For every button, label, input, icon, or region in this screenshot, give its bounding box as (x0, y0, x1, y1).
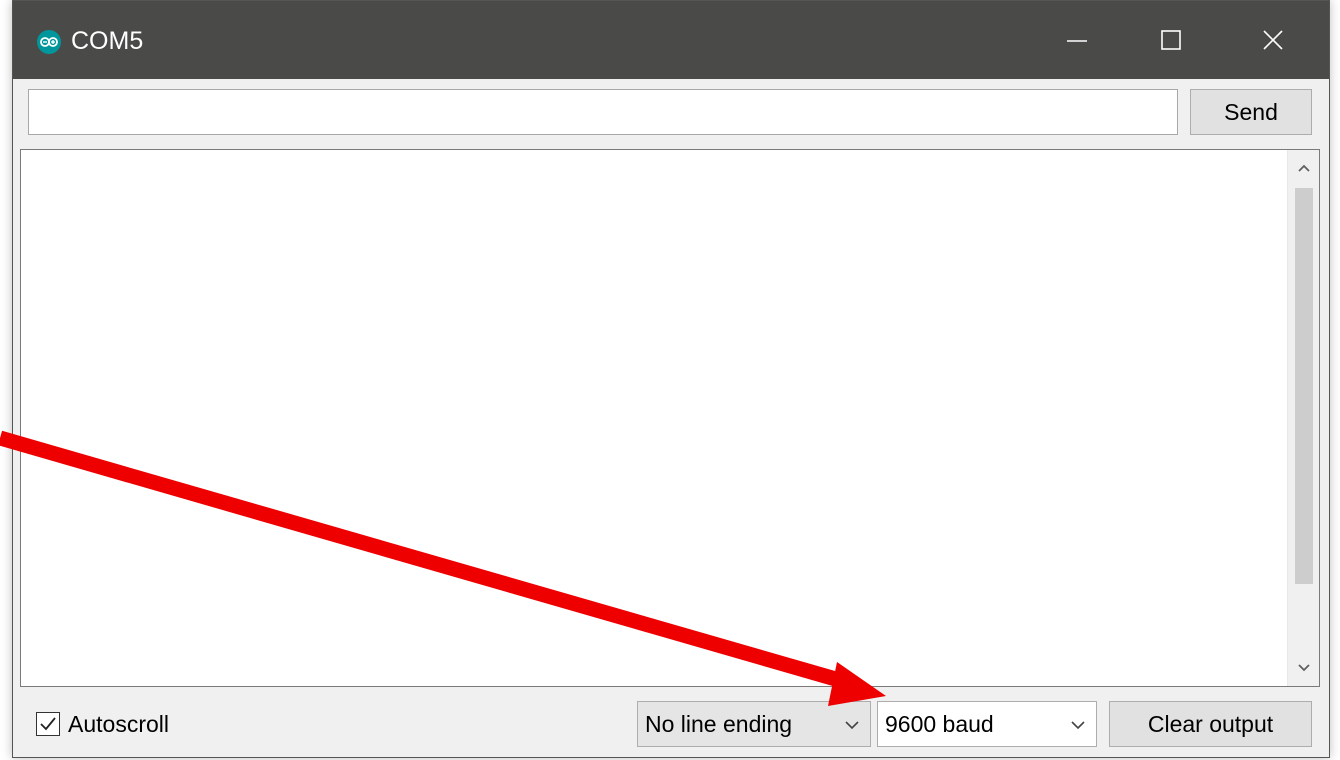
title-bar[interactable]: COM5 (13, 1, 1329, 79)
autoscroll-checkbox[interactable] (36, 712, 60, 736)
checkmark-icon (40, 717, 56, 731)
chevron-down-icon (845, 721, 859, 730)
vertical-scrollbar[interactable] (1287, 150, 1319, 686)
scrollbar-thumb[interactable] (1295, 188, 1313, 584)
line-ending-select[interactable]: No line ending (637, 701, 871, 747)
autoscroll-toggle[interactable]: Autoscroll (36, 710, 169, 738)
serial-monitor-window: COM5 Send Autoscroll No line ending 9600… (12, 0, 1330, 758)
arduino-icon (37, 30, 61, 54)
chevron-down-icon (1298, 664, 1310, 672)
send-row: Send (13, 79, 1329, 149)
chevron-up-icon (1298, 164, 1310, 172)
autoscroll-label: Autoscroll (68, 710, 169, 737)
bottom-bar: Autoscroll No line ending 9600 baud Clea… (13, 689, 1329, 759)
window-title: COM5 (71, 27, 144, 55)
baud-rate-value: 9600 baud (885, 711, 994, 737)
line-ending-value: No line ending (645, 711, 793, 737)
scroll-up-button[interactable] (1288, 150, 1320, 186)
baud-rate-select[interactable]: 9600 baud (877, 701, 1097, 747)
maximize-button[interactable] (1125, 1, 1217, 79)
chevron-down-icon (1071, 721, 1085, 730)
maximize-icon (1161, 30, 1181, 50)
serial-output-area[interactable] (20, 149, 1320, 687)
serial-input[interactable] (28, 89, 1178, 135)
minimize-button[interactable] (1031, 1, 1123, 79)
scroll-down-button[interactable] (1288, 650, 1320, 686)
send-button[interactable]: Send (1190, 89, 1312, 135)
clear-output-button[interactable]: Clear output (1109, 701, 1312, 747)
close-icon (1263, 30, 1283, 50)
close-button[interactable] (1227, 1, 1319, 79)
minimize-icon (1067, 40, 1087, 42)
